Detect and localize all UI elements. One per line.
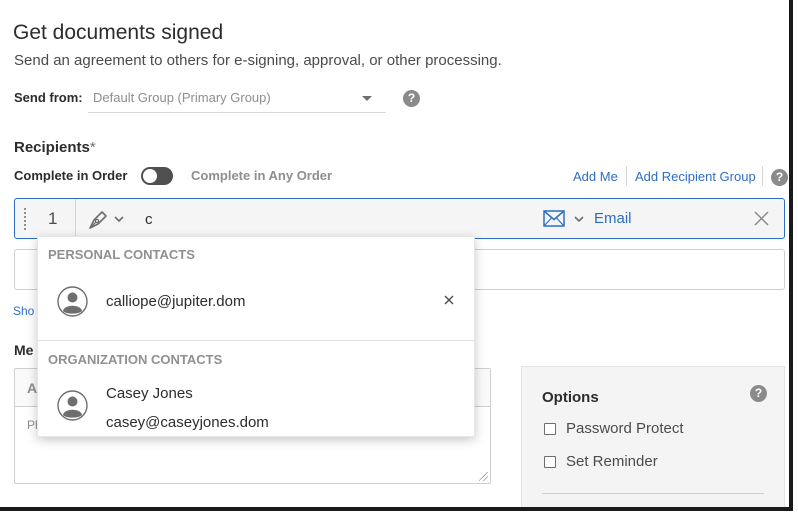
password-protect-checkbox[interactable] (544, 423, 556, 435)
recipients-label-text: Recipients (14, 139, 90, 156)
caret-down-icon (362, 96, 372, 101)
link-separator (762, 166, 763, 186)
recipients-label: Recipients* (14, 139, 96, 156)
help-icon[interactable]: ? (771, 169, 788, 186)
toggle-knob (143, 169, 157, 183)
recipient-email-input[interactable] (145, 207, 525, 231)
contact-name: Casey Jones (106, 385, 193, 402)
send-from-select[interactable]: Default Group (Primary Group) (88, 84, 386, 113)
resize-grip-icon[interactable] (479, 472, 488, 481)
envelope-icon[interactable] (543, 210, 565, 227)
chevron-down-icon[interactable] (114, 214, 124, 224)
help-icon[interactable]: ? (403, 90, 420, 107)
message-label: Me (14, 342, 34, 358)
page-title: Get documents signed (13, 21, 224, 44)
dropdown-divider (38, 340, 474, 341)
contact-option[interactable]: Casey Jones casey@caseyjones.dom (38, 375, 474, 437)
order-toggle[interactable] (141, 167, 173, 185)
show-cc-link[interactable]: Sho (13, 304, 34, 318)
add-recipient-group-link[interactable]: Add Recipient Group (635, 169, 756, 184)
complete-in-any-order-label: Complete in Any Order (191, 168, 333, 183)
contact-option[interactable]: calliope@jupiter.dom (38, 277, 474, 327)
required-marker: * (89, 139, 96, 156)
pen-signer-icon[interactable] (87, 207, 111, 231)
avatar-icon (57, 390, 88, 421)
options-panel: Options ? Password Protect Set Reminder (521, 366, 785, 507)
contacts-dropdown: PERSONAL CONTACTS calliope@jupiter.dom O… (37, 236, 475, 437)
close-icon[interactable] (753, 210, 770, 227)
app-frame: Get documents signed Send an agreement t… (0, 0, 793, 511)
password-protect-label[interactable]: Password Protect (566, 420, 684, 437)
recipient-row: 1 Email (14, 198, 785, 239)
delivery-type-label[interactable]: Email (594, 210, 632, 227)
options-divider (542, 493, 764, 494)
contact-email: casey@caseyjones.dom (106, 414, 269, 431)
add-me-link[interactable]: Add Me (573, 169, 618, 184)
contact-email: calliope@jupiter.dom (106, 293, 246, 310)
set-reminder-label[interactable]: Set Reminder (566, 453, 658, 470)
row-divider (75, 199, 76, 238)
remove-contact-icon[interactable] (444, 295, 454, 305)
page-subtitle: Send an agreement to others for e-signin… (14, 52, 502, 69)
send-from-value: Default Group (Primary Group) (93, 90, 271, 105)
set-reminder-checkbox[interactable] (544, 456, 556, 468)
options-title: Options (542, 389, 599, 406)
send-from-label: Send from: (14, 90, 83, 105)
avatar-icon (57, 286, 88, 317)
recipient-order-number: 1 (48, 209, 58, 228)
organization-contacts-header: ORGANIZATION CONTACTS (48, 352, 223, 367)
complete-in-order-label: Complete in Order (14, 168, 128, 183)
help-icon[interactable]: ? (750, 385, 767, 402)
link-separator (626, 166, 627, 186)
drag-handle-icon[interactable] (24, 207, 26, 231)
chevron-down-icon[interactable] (574, 214, 584, 224)
message-header-text: A (27, 380, 38, 396)
personal-contacts-header: PERSONAL CONTACTS (48, 247, 195, 262)
